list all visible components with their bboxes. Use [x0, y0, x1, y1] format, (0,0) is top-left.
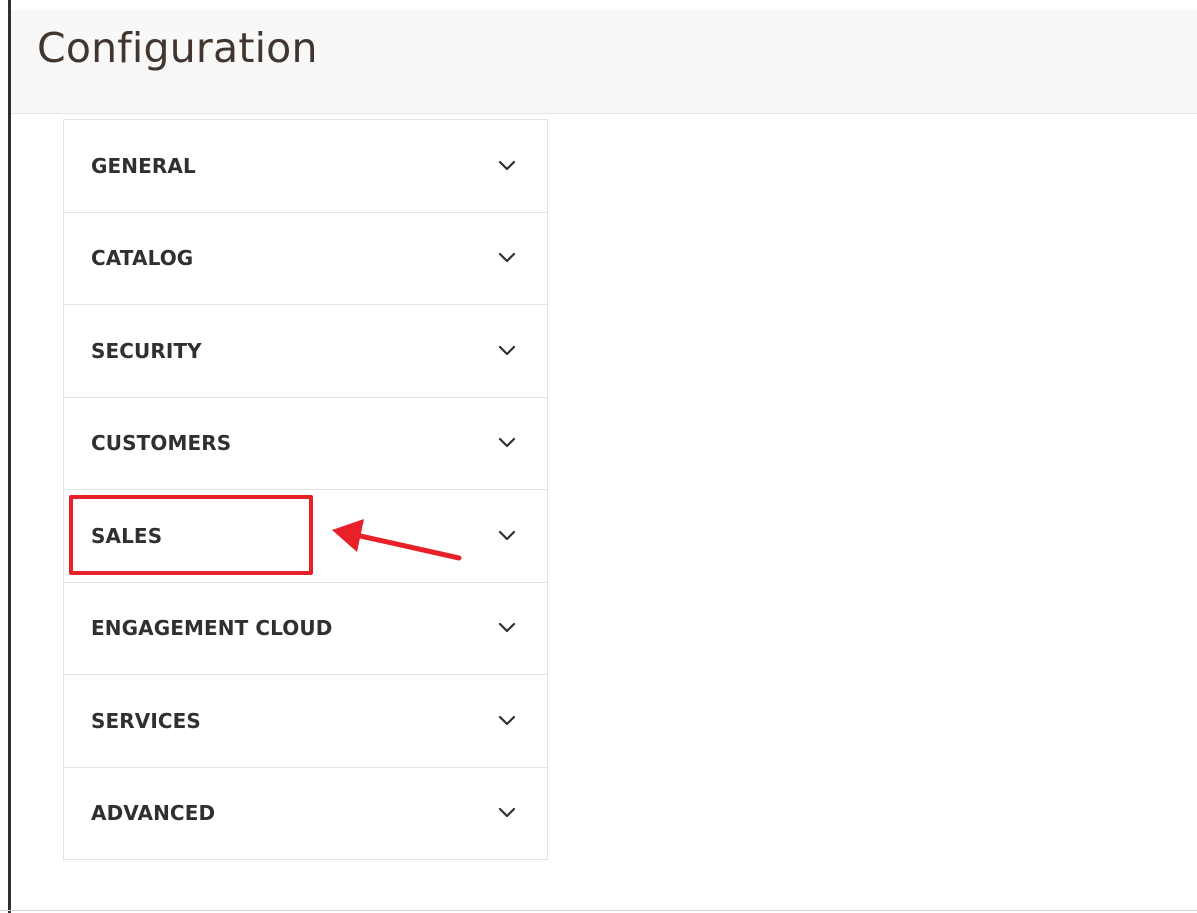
bottom-divider [0, 910, 1197, 911]
page: Configuration GENERAL CATALOG SECURITY C… [0, 0, 1197, 913]
left-edge-bar [8, 0, 11, 913]
nav-item-label: CUSTOMERS [91, 431, 232, 456]
nav-item-label: CATALOG [91, 246, 194, 271]
nav-item-label: SERVICES [91, 708, 201, 733]
chevron-down-icon[interactable] [498, 622, 516, 634]
chevron-down-icon[interactable] [498, 530, 516, 542]
nav-item-advanced[interactable]: ADVANCED [64, 767, 547, 860]
page-title: Configuration [37, 24, 318, 72]
nav-item-label: SALES [91, 523, 163, 548]
chevron-down-icon[interactable] [498, 437, 516, 449]
nav-item-general[interactable]: GENERAL [64, 120, 547, 213]
nav-item-security[interactable]: SECURITY [64, 305, 547, 398]
nav-item-label: GENERAL [91, 153, 196, 178]
config-section-nav: GENERAL CATALOG SECURITY CUSTOMERS SALES [63, 119, 548, 860]
nav-item-label: SECURITY [91, 338, 202, 363]
page-header: Configuration [11, 10, 1197, 114]
chevron-down-icon[interactable] [498, 252, 516, 264]
chevron-down-icon[interactable] [498, 807, 516, 819]
nav-item-label: ENGAGEMENT CLOUD [91, 616, 333, 641]
chevron-down-icon[interactable] [498, 715, 516, 727]
chevron-down-icon[interactable] [498, 160, 516, 172]
nav-item-services[interactable]: SERVICES [64, 675, 547, 768]
nav-item-engagement-cloud[interactable]: ENGAGEMENT CLOUD [64, 582, 547, 675]
chevron-down-icon[interactable] [498, 345, 516, 357]
nav-item-catalog[interactable]: CATALOG [64, 212, 547, 305]
nav-item-sales[interactable]: SALES [64, 490, 547, 583]
nav-item-label: ADVANCED [91, 801, 216, 826]
nav-item-customers[interactable]: CUSTOMERS [64, 397, 547, 490]
